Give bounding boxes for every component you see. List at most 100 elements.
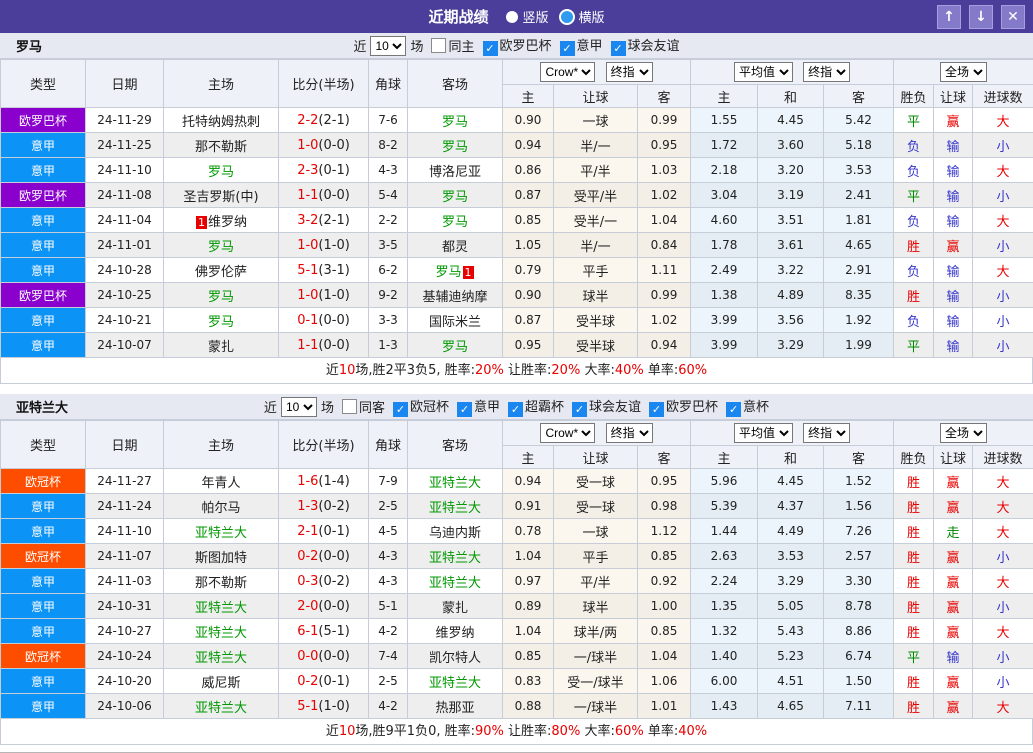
col-home: 主场: [164, 421, 279, 469]
league-checkbox[interactable]: ✓: [572, 402, 587, 417]
bookmaker-select[interactable]: Crow*: [540, 62, 595, 82]
corners-cell: 5-1: [369, 594, 408, 619]
league-checkbox-label[interactable]: 意杯: [743, 400, 769, 415]
away-team-cell: 亚特兰大: [408, 494, 503, 519]
handicap-home-odds-cell: 0.87: [503, 183, 554, 208]
avg-draw-odds-cell: 4.37: [758, 494, 824, 519]
fullmatch-select[interactable]: 全场: [940, 62, 987, 82]
final-odds-select-2[interactable]: 终指: [803, 62, 850, 82]
handicap-line-cell: 平手: [554, 258, 638, 283]
league-type-cell: 欧冠杯: [1, 469, 86, 494]
halftime-score: (2-1): [318, 113, 349, 128]
games-count-select[interactable]: 10: [281, 397, 317, 417]
fulltime-score: 1-3: [297, 499, 318, 514]
move-up-icon[interactable]: ↑: [937, 5, 961, 29]
handicap-line-cell: 受一/球半: [554, 669, 638, 694]
result-wdl-cell: 平: [894, 108, 934, 133]
handicap-line-cell: 半/一: [554, 133, 638, 158]
horizontal-layout-label[interactable]: 横版: [579, 7, 605, 26]
away-team-cell: 热那亚: [408, 694, 503, 719]
score-cell: 2-1(0-1): [279, 519, 369, 544]
date-cell: 24-10-07: [86, 333, 164, 358]
result-wdl-cell: 负: [894, 258, 934, 283]
avg-home-odds-cell: 1.55: [691, 108, 758, 133]
recent-results-window: 近期战绩 竖版 横版 ↑ ↓ ✕ 罗马 近 10 场 同主 ✓欧罗巴杯✓意甲✓球…: [0, 0, 1033, 753]
away-team-cell: 乌迪内斯: [408, 519, 503, 544]
league-checkbox-label[interactable]: 欧罗巴杯: [666, 400, 718, 415]
fullmatch-select[interactable]: 全场: [940, 423, 987, 443]
avg-away-odds-cell: 6.74: [824, 644, 894, 669]
col-handicap-line: 让球: [554, 85, 638, 108]
league-checkbox-label[interactable]: 欧罗巴杯: [500, 39, 552, 54]
team-name-text: 亚特兰大: [429, 476, 481, 491]
handicap-away-odds-cell: 1.01: [638, 694, 691, 719]
league-checkbox[interactable]: ✓: [649, 402, 664, 417]
halftime-score: (0-0): [318, 138, 349, 153]
average-select[interactable]: 平均值: [734, 423, 793, 443]
corners-cell: 4-5: [369, 519, 408, 544]
league-checkbox-label[interactable]: 球会友谊: [628, 39, 680, 54]
away-team-cell: 国际米兰: [408, 308, 503, 333]
avg-draw-odds-cell: 4.51: [758, 669, 824, 694]
home-team-cell: 罗马: [164, 308, 279, 333]
average-select[interactable]: 平均值: [734, 62, 793, 82]
league-checkbox[interactable]: ✓: [560, 41, 575, 56]
move-down-icon[interactable]: ↓: [969, 5, 993, 29]
avg-home-odds-cell: 3.99: [691, 308, 758, 333]
fulltime-score: 0-2: [297, 674, 318, 689]
league-checkbox[interactable]: ✓: [611, 41, 626, 56]
fulltime-score: 1-0: [297, 288, 318, 303]
score-cell: 5-1(3-1): [279, 258, 369, 283]
league-checkbox-label[interactable]: 意甲: [474, 400, 500, 415]
same-venue-label[interactable]: 同主: [448, 36, 474, 55]
handicap-home-odds-cell: 1.05: [503, 233, 554, 258]
home-team-cell: 罗马: [164, 283, 279, 308]
handicap-away-odds-cell: 1.03: [638, 158, 691, 183]
league-checkbox[interactable]: ✓: [393, 402, 408, 417]
same-venue-checkbox[interactable]: [342, 399, 357, 414]
vertical-layout-label[interactable]: 竖版: [522, 7, 548, 26]
league-checkbox-label[interactable]: 意甲: [577, 39, 603, 54]
score-cell: 1-0(0-0): [279, 133, 369, 158]
score-cell: 1-1(0-0): [279, 183, 369, 208]
avg-away-odds-cell: 1.52: [824, 469, 894, 494]
corners-cell: 4-2: [369, 619, 408, 644]
same-venue-label[interactable]: 同客: [359, 397, 385, 416]
league-checkbox[interactable]: ✓: [457, 402, 472, 417]
handicap-line-cell: 平/半: [554, 158, 638, 183]
league-checkbox-label[interactable]: 欧冠杯: [410, 400, 449, 415]
bookmaker-select[interactable]: Crow*: [540, 423, 595, 443]
same-venue-checkbox[interactable]: [431, 38, 446, 53]
corners-cell: 4-3: [369, 158, 408, 183]
halftime-score: (0-1): [318, 674, 349, 689]
final-odds-select[interactable]: 终指: [606, 62, 653, 82]
final-odds-select[interactable]: 终指: [606, 423, 653, 443]
league-checkbox[interactable]: ✓: [483, 41, 498, 56]
team-name-text: 乌迪内斯: [429, 526, 481, 541]
result-handicap-cell: 赢: [934, 494, 973, 519]
final-odds-select-2[interactable]: 终指: [803, 423, 850, 443]
result-goals-cell: 大: [973, 158, 1033, 183]
handicap-home-odds-cell: 1.04: [503, 544, 554, 569]
league-type-cell: 欧冠杯: [1, 544, 86, 569]
col-handicap-away: 客: [638, 85, 691, 108]
league-checkbox[interactable]: ✓: [508, 402, 523, 417]
summary-text-segment: 近: [326, 724, 339, 739]
league-checkbox-label[interactable]: 超霸杯: [525, 400, 564, 415]
handicap-home-odds-cell: 0.90: [503, 108, 554, 133]
match-row: 意甲24-11-25那不勒斯1-0(0-0)8-2罗马0.94半/一0.951.…: [1, 133, 1033, 158]
league-type-cell: 意甲: [1, 519, 86, 544]
team-name-text: 亚特兰大: [195, 601, 247, 616]
handicap-away-odds-cell: 0.92: [638, 569, 691, 594]
league-checkbox-label[interactable]: 球会友谊: [589, 400, 641, 415]
league-checkbox[interactable]: ✓: [726, 402, 741, 417]
horizontal-layout-radio[interactable]: [559, 9, 575, 25]
team1-summary: 近10场,胜2平3负5, 胜率:20% 让胜率:20% 大率:40% 单率:60…: [0, 358, 1033, 384]
games-count-select[interactable]: 10: [370, 36, 406, 56]
result-goals-cell: 小: [973, 233, 1033, 258]
result-goals-cell: 大: [973, 469, 1033, 494]
col-handicap-line: 让球: [554, 446, 638, 469]
team-name-text: 亚特兰大: [429, 576, 481, 591]
vertical-layout-radio[interactable]: [506, 11, 518, 23]
close-icon[interactable]: ✕: [1001, 5, 1025, 29]
